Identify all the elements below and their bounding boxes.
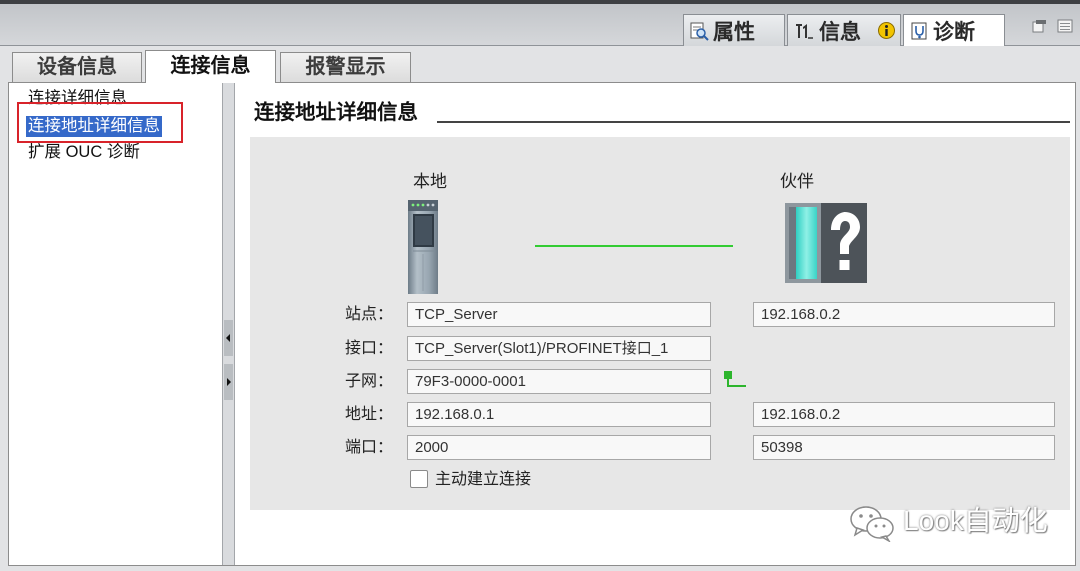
section-title: 连接地址详细信息: [254, 101, 418, 124]
tab-properties-label: 属性: [713, 20, 755, 44]
wechat-icon: [848, 504, 896, 547]
subnet-label: 子网：: [344, 373, 393, 390]
local-subnet-field: 79F3-0000-0001: [407, 369, 711, 394]
highlight-annotation-box: [17, 102, 183, 143]
layout-menu-icon[interactable]: [1057, 19, 1073, 38]
tab-info[interactable]: 信息: [787, 14, 901, 46]
unknown-device-icon: [784, 202, 868, 289]
address-label: 地址：: [344, 406, 393, 423]
local-interface-field: TCP_Server(Slot1)/PROFINET接口_1: [407, 336, 711, 361]
chevron-right-icon: [227, 378, 231, 386]
properties-icon: [689, 21, 709, 41]
port-label: 端口：: [344, 439, 393, 456]
local-address-field: 192.168.0.1: [407, 402, 711, 427]
chevron-left-icon: [226, 334, 230, 342]
expand-right-button[interactable]: [224, 364, 233, 400]
local-heading: 本地: [413, 172, 447, 191]
watermark-text: Look自动化: [903, 505, 1048, 536]
station-label: 站点：: [344, 306, 393, 323]
tab-device-info[interactable]: 设备信息: [12, 52, 142, 82]
local-port-field: 2000: [407, 435, 711, 460]
info-icon: [794, 21, 814, 41]
tab-diagnostics-label: 诊断: [933, 20, 975, 44]
subnet-icon: [723, 370, 747, 395]
nav-item-extended-ouc-diagnostics[interactable]: 扩展 OUC 诊断: [26, 142, 142, 163]
local-station-field: TCP_Server: [407, 302, 711, 327]
float-window-icon[interactable]: [1032, 19, 1047, 38]
partner-heading: 伙伴: [780, 172, 814, 191]
active-connect-checkbox[interactable]: [410, 470, 428, 488]
interface-label: 接口：: [344, 340, 393, 357]
partner-station-field: 192.168.0.2: [753, 302, 1055, 327]
tab-properties[interactable]: 属性: [683, 14, 785, 46]
connection-line: [535, 245, 733, 247]
diagnostics-icon: [910, 21, 930, 41]
tab-info-label: 信息: [819, 20, 861, 44]
plc-module-icon: [407, 199, 439, 300]
partner-port-field: 50398: [753, 435, 1055, 460]
partner-address-field: 192.168.0.2: [753, 402, 1055, 427]
info-circle-icon: [877, 21, 896, 40]
tab-diagnostics[interactable]: 诊断: [903, 14, 1005, 46]
tab-alarm-display[interactable]: 报警显示: [280, 52, 411, 82]
active-connect-label: 主动建立连接: [435, 471, 532, 488]
title-divider: [437, 121, 1070, 123]
tab-connection-info[interactable]: 连接信息: [145, 50, 276, 83]
collapse-left-button[interactable]: [224, 320, 233, 356]
